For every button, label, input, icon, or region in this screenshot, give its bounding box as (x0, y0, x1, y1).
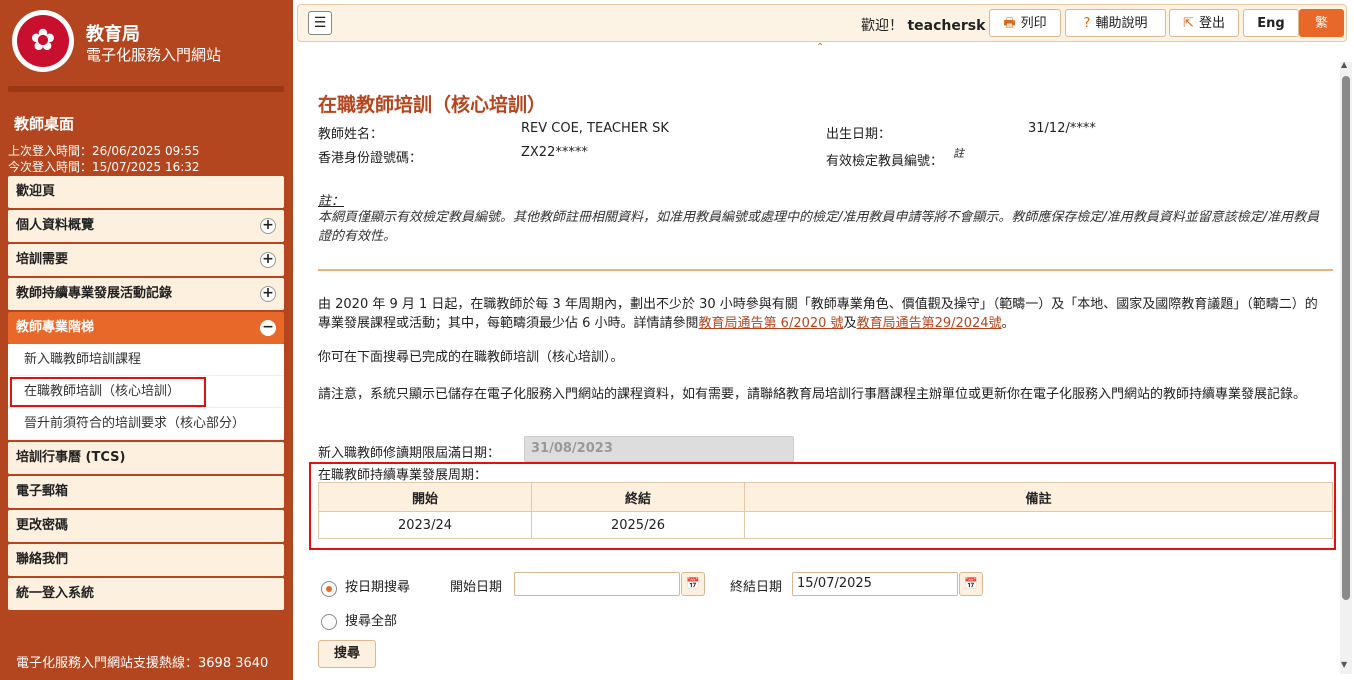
subitem-core-training[interactable]: 在職教師培訓（核心培訓） (8, 376, 284, 408)
teacher-reg-no-label: 有效檢定教員編號： (826, 154, 944, 169)
cpd-cycle-table: 開始 終結 備註 2023/24 2025/26 (318, 482, 1333, 539)
circular-6-2020-link[interactable]: 教育局通告第 6/2020 號 (699, 316, 844, 331)
deadline-field: 31/08/2023 (524, 436, 794, 462)
subitem-new-teacher-course[interactable]: 新入職教師培訓課程 (8, 344, 284, 376)
dob-value: 31/12/**** (1028, 121, 1096, 136)
scroll-up-icon[interactable]: ▲ (1341, 60, 1347, 69)
brand-title: 教育局 (86, 24, 140, 45)
sidebar-item-change-password[interactable]: 更改密碼 (8, 510, 284, 542)
sidebar-item-label: 歡迎頁 (16, 184, 56, 199)
calendar-icon[interactable]: 📅 (681, 572, 705, 596)
scroll-down-icon[interactable]: ▼ (1341, 660, 1347, 669)
help-button[interactable]: ? 輔助說明 (1065, 9, 1166, 37)
start-date-label: 開始日期 (450, 580, 503, 595)
logout-button[interactable]: ⇱ 登出 (1169, 9, 1239, 37)
sidebar-item-label: 教師持續專業發展活動記錄 (16, 286, 173, 301)
deadline-label: 新入職教師修讀期限屆滿日期： (318, 446, 501, 461)
sidebar-item-welcome[interactable]: 歡迎頁 (8, 176, 284, 208)
lang-english-button[interactable]: Eng (1243, 9, 1299, 37)
dob-label: 出生日期： (826, 127, 892, 142)
search-all-label[interactable]: 搜尋全部 (345, 610, 397, 629)
external-link-icon: ⇱ (1183, 16, 1194, 31)
search-button[interactable]: 搜尋 (318, 640, 376, 668)
menu-toggle-button[interactable]: ☰ (308, 11, 332, 35)
end-date-label: 終結日期 (730, 580, 783, 595)
sidebar-item-label: 個人資料概覽 (16, 218, 95, 233)
print-label: 列印 (1020, 16, 1047, 31)
lang-traditional-chinese-button[interactable]: 繁 (1299, 9, 1344, 37)
collapse-header-icon[interactable]: ⌃ (816, 42, 824, 53)
circular-29-2024-link[interactable]: 教育局通告第29/2024號 (857, 316, 1002, 331)
notice-paragraph: 請注意，系統只顯示已儲存在電子化服務入門網站的課程資料，如有需要，請聯絡教育局培… (318, 387, 1307, 402)
logout-label: 登出 (1198, 16, 1225, 31)
teacher-name-value: REV COE, TEACHER SK (521, 121, 669, 136)
welcome-prefix: 歡迎！ (861, 18, 903, 34)
cpd-cycle-label: 在職教師持續專業發展周期： (318, 468, 488, 483)
bauhinia-icon: ✿ (17, 15, 69, 67)
hkid-value: ZX22***** (521, 145, 588, 160)
cycle-remarks-cell (744, 511, 1333, 539)
desk-title: 教師桌面 (14, 115, 75, 133)
sidebar: ✿ 教育局 電子化服務入門網站 教師桌面 上次登入時間：26/06/2025 0… (0, 0, 293, 680)
paragraph-text: 。 (1001, 316, 1015, 331)
sidebar-divider (8, 86, 284, 92)
expand-icon[interactable]: + (260, 286, 276, 302)
start-date-input[interactable] (514, 572, 680, 596)
welcome-text: 歡迎！ teachersk (861, 15, 985, 35)
expand-icon[interactable]: + (260, 218, 276, 234)
support-hotline: 電子化服務入門網站支援熱線：3698 3640 (16, 656, 269, 671)
collapse-icon[interactable]: − (260, 320, 276, 336)
sidebar-item-email[interactable]: 電子郵箱 (8, 476, 284, 508)
question-icon: ? (1083, 16, 1091, 31)
note-text: 本網頁僅顯示有效檢定教員編號。其他教師註冊相關資料，如准用教員編號或處理中的檢定… (318, 210, 1320, 244)
table-row: 2023/24 2025/26 (318, 511, 1333, 539)
scrollbar-thumb[interactable] (1342, 76, 1350, 600)
this-login-time: 今次登入時間：15/07/2025 16:32 (8, 160, 200, 174)
brand-subtitle: 電子化服務入門網站 (86, 46, 222, 64)
column-header-remarks: 備註 (744, 482, 1333, 512)
sidebar-item-profile[interactable]: 個人資料概覽 + (8, 210, 284, 242)
teacher-name-label: 教師姓名： (318, 127, 384, 142)
sidebar-item-label: 培訓需要 (16, 252, 69, 267)
hkid-label: 香港身份證號碼： (318, 151, 423, 166)
page-title: 在職教師培訓（核心培訓） (318, 94, 547, 116)
column-header-start: 開始 (318, 482, 532, 512)
hksar-logo: ✿ (12, 10, 74, 72)
sidebar-menu: 歡迎頁 個人資料概覽 + 培訓需要 + 教師持續專業發展活動記錄 + 教師專業階梯 − … (8, 176, 284, 612)
end-date-input[interactable]: 15/07/2025 (792, 572, 958, 596)
calendar-icon[interactable]: 📅 (959, 572, 983, 596)
sidebar-item-training-needs[interactable]: 培訓需要 + (8, 244, 284, 276)
column-header-end: 終結 (531, 482, 745, 512)
search-by-date-label[interactable]: 按日期搜尋 (345, 576, 410, 595)
top-bar: ☰ 歡迎！ teachersk 🖶 列印 ? 輔助說明 ⇱ 登出 Eng 繁 (297, 4, 1347, 42)
table-header-row: 開始 終結 備註 (318, 482, 1333, 512)
printer-icon: 🖶 (1003, 16, 1016, 31)
sidebar-item-cpd-records[interactable]: 教師持續專業發展活動記錄 + (8, 278, 284, 310)
sidebar-item-professional-ladder[interactable]: 教師專業階梯 − (8, 312, 284, 344)
note-label: 註： (318, 194, 345, 209)
cpd-requirement-paragraph: 由 2020 年 9 月 1 日起，在職教師於每 3 年周期內，劃出不少於 30… (318, 295, 1330, 333)
search-intro-paragraph: 你可在下面搜尋已完成的在職教師培訓（核心培訓）。 (318, 350, 624, 365)
search-by-date-radio[interactable] (321, 581, 337, 597)
expand-icon[interactable]: + (260, 252, 276, 268)
print-button[interactable]: 🖶 列印 (989, 9, 1061, 37)
cycle-end-cell: 2025/26 (531, 511, 745, 539)
sidebar-item-unified-login[interactable]: 統一登入系統 (8, 578, 284, 610)
sidebar-item-contact[interactable]: 聯絡我們 (8, 544, 284, 576)
subitem-promotion-requirements[interactable]: 晉升前須符合的培訓要求（核心部分） (8, 408, 284, 440)
last-login-time: 上次登入時間：26/06/2025 09:55 (8, 144, 200, 158)
highlight-box (10, 377, 206, 407)
sidebar-item-tcs[interactable]: 培訓行事曆 (TCS) (8, 442, 284, 474)
sidebar-item-label: 教師專業階梯 (16, 320, 95, 335)
cycle-start-cell: 2023/24 (318, 511, 532, 539)
username: teachersk (907, 18, 986, 34)
help-label: 輔助說明 (1095, 16, 1148, 31)
hamburger-icon: ☰ (313, 15, 327, 31)
section-divider (318, 269, 1333, 271)
teacher-reg-no-value: 註 (953, 147, 964, 160)
paragraph-text: 及 (843, 316, 857, 331)
search-all-radio[interactable] (321, 614, 337, 630)
